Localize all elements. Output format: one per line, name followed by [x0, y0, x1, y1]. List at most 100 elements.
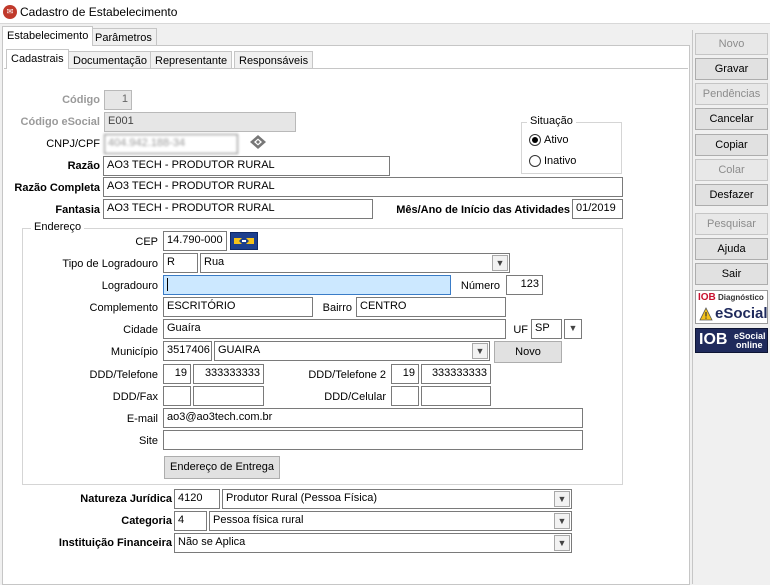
iob-diag-main: eSocial: [715, 305, 768, 322]
tipo-logradouro-value: Rua: [204, 256, 225, 268]
tab-estabelecimento[interactable]: Estabelecimento: [2, 26, 94, 46]
tipo-logradouro-label: Tipo de Logradouro: [62, 258, 158, 270]
situacao-title: Situação: [527, 115, 576, 127]
ddd1-field[interactable]: 19: [163, 364, 191, 384]
cidade-label: Cidade: [123, 324, 158, 336]
pesquisar-button[interactable]: Pesquisar: [695, 213, 768, 235]
fantasia-label: Fantasia: [55, 204, 100, 216]
municipio-novo-button[interactable]: Novo: [494, 341, 562, 363]
email-field[interactable]: ao3@ao3tech.com.br: [163, 408, 583, 428]
chevron-down-icon: ▼: [554, 513, 570, 529]
natureza-juridica-select[interactable]: Produtor Rural (Pessoa Física) ▼: [222, 489, 572, 509]
inicio-atividades-field[interactable]: 01/2019: [572, 199, 623, 219]
endereco-entrega-button[interactable]: Endereço de Entrega: [164, 456, 280, 479]
categoria-label: Categoria: [121, 515, 172, 527]
numero-label: Número: [460, 280, 500, 292]
site-field[interactable]: [163, 430, 583, 450]
cidade-field[interactable]: Guaíra: [163, 319, 506, 339]
subtab-divider: [4, 68, 688, 69]
cep-field[interactable]: 14.790-000: [163, 231, 227, 251]
ddd2-field[interactable]: 19: [391, 364, 419, 384]
title-bar: ✉ Cadastro de Estabelecimento: [0, 0, 770, 24]
chevron-down-icon: ▼: [492, 255, 508, 271]
bairro-field[interactable]: CENTRO: [356, 297, 506, 317]
instituicao-financeira-value: Não se Aplica: [178, 536, 246, 548]
codigo-field: 1: [104, 90, 132, 110]
ddd-fax-label: DDD/Fax: [112, 391, 158, 403]
tab-parametros[interactable]: Parâmetros: [90, 28, 157, 46]
iob-diagnostico-esocial-button[interactable]: IOB Diagnóstico eSocial: [695, 290, 768, 324]
natureza-juridica-code[interactable]: 4120: [174, 489, 220, 509]
razao-field[interactable]: AO3 TECH - PRODUTOR RURAL: [103, 156, 390, 176]
razao-completa-label: Razão Completa: [14, 182, 100, 194]
instituicao-financeira-select[interactable]: Não se Aplica ▼: [174, 533, 572, 553]
correios-icon[interactable]: [230, 232, 258, 250]
municipio-label: Município: [110, 346, 158, 358]
chevron-down-icon: ▼: [554, 491, 570, 507]
tab-responsaveis[interactable]: Responsáveis: [234, 51, 314, 69]
cep-label: CEP: [135, 236, 158, 248]
municipio-code[interactable]: 3517406: [163, 341, 212, 361]
text-cursor: [167, 278, 168, 291]
receita-federal-icon[interactable]: [246, 133, 270, 151]
inicio-atividades-label: Mês/Ano de Início das Atividades: [396, 204, 570, 216]
cnpj-field[interactable]: 404.942.188-34: [104, 134, 238, 154]
categoria-value: Pessoa física rural: [213, 514, 304, 526]
novo-button[interactable]: Novo: [695, 33, 768, 55]
natureza-juridica-label: Natureza Jurídica: [80, 493, 172, 505]
municipio-value: GUAIRA: [218, 344, 261, 356]
tipo-logradouro-select[interactable]: Rua ▼: [200, 253, 510, 273]
inativo-radio[interactable]: [529, 155, 541, 167]
ddd-celular-label: DDD/Celular: [324, 391, 386, 403]
colar-button[interactable]: Colar: [695, 159, 768, 181]
codigo-esocial-label: Código eSocial: [20, 116, 100, 128]
tab-documentacao[interactable]: Documentação: [68, 51, 152, 69]
copiar-button[interactable]: Copiar: [695, 134, 768, 156]
endereco-title: Endereço: [31, 221, 85, 233]
iob-diag-brand: IOB: [698, 292, 716, 303]
categoria-code[interactable]: 4: [174, 511, 207, 531]
numero-field[interactable]: 123: [506, 275, 543, 295]
fantasia-field[interactable]: AO3 TECH - PRODUTOR RURAL: [103, 199, 373, 219]
fax-field[interactable]: [193, 386, 264, 406]
ddd-telefone2-label: DDD/Telefone 2: [308, 369, 386, 381]
chevron-down-icon: ▼: [554, 535, 570, 551]
codigo-label: Código: [62, 94, 100, 106]
uf-field[interactable]: SP: [531, 319, 562, 339]
uf-label: UF: [513, 324, 528, 336]
categoria-select[interactable]: Pessoa física rural ▼: [209, 511, 572, 531]
iob-online-sub2: online: [736, 340, 763, 350]
site-label: Site: [139, 435, 158, 447]
telefone2-field[interactable]: 333333333: [421, 364, 491, 384]
ddd-celular-field[interactable]: [391, 386, 419, 406]
bairro-label: Bairro: [322, 302, 352, 314]
municipio-select[interactable]: GUAIRA ▼: [214, 341, 490, 361]
telefone1-field[interactable]: 333333333: [193, 364, 264, 384]
inativo-label[interactable]: Inativo: [544, 155, 576, 167]
tab-cadastrais[interactable]: Cadastrais: [6, 49, 69, 69]
desfazer-button[interactable]: Desfazer: [695, 184, 768, 206]
celular-field[interactable]: [421, 386, 491, 406]
codigo-esocial-field[interactable]: E001: [104, 112, 296, 132]
tab-representante[interactable]: Representante: [150, 51, 233, 69]
ajuda-button[interactable]: Ajuda: [695, 238, 768, 260]
pendencias-button[interactable]: Pendências: [695, 83, 768, 105]
complemento-label: Complemento: [89, 302, 158, 314]
tipo-logradouro-code[interactable]: R: [163, 253, 198, 273]
razao-label: Razão: [67, 160, 100, 172]
iob-esocial-online-button[interactable]: IOB eSocial online: [695, 328, 768, 353]
logradouro-field[interactable]: [163, 275, 451, 295]
cancelar-button[interactable]: Cancelar: [695, 108, 768, 130]
ativo-label[interactable]: Ativo: [544, 134, 568, 146]
gravar-button[interactable]: Gravar: [695, 58, 768, 80]
ddd-fax-field[interactable]: [163, 386, 191, 406]
natureza-juridica-value: Produtor Rural (Pessoa Física): [226, 492, 377, 504]
chevron-down-icon: ▼: [565, 321, 581, 337]
complemento-field[interactable]: ESCRITÓRIO: [163, 297, 313, 317]
ativo-radio[interactable]: [529, 134, 541, 146]
sair-button[interactable]: Sair: [695, 263, 768, 285]
uf-dropdown[interactable]: ▼: [564, 319, 582, 339]
email-label: E-mail: [126, 413, 158, 425]
razao-completa-field[interactable]: AO3 TECH - PRODUTOR RURAL: [103, 177, 623, 197]
ddd-telefone-label: DDD/Telefone: [89, 369, 158, 381]
